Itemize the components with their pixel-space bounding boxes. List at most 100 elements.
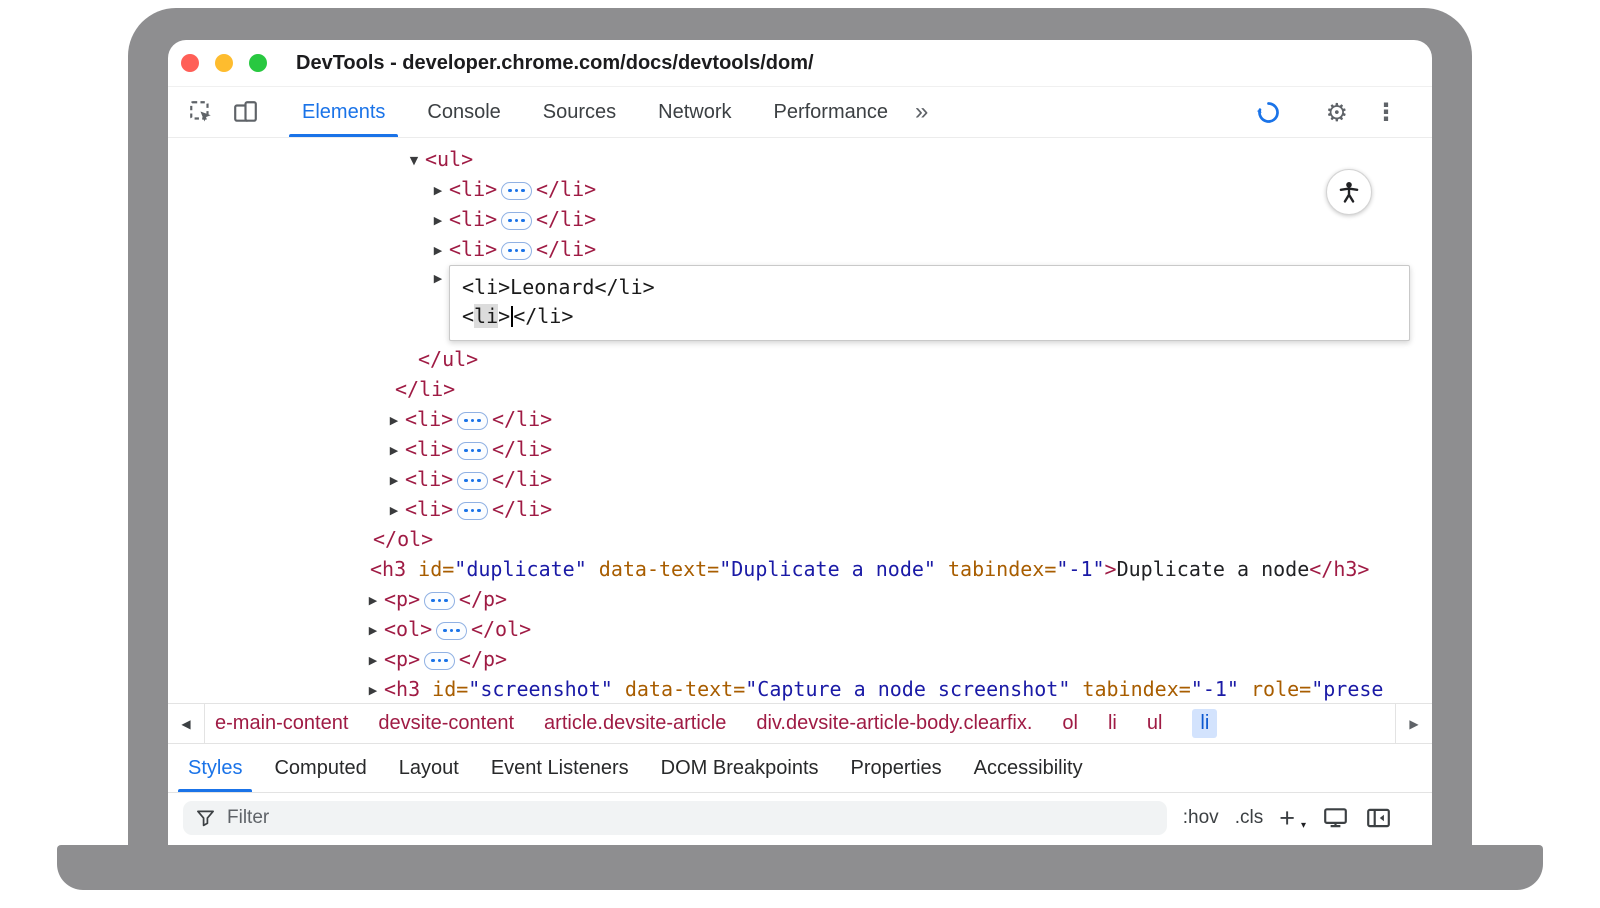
more-tabs-button[interactable]: »: [915, 100, 928, 124]
panel-tab-properties[interactable]: Properties: [835, 744, 958, 792]
filter-input-pill[interactable]: [183, 801, 1167, 835]
inline-expand-button[interactable]: [457, 502, 488, 520]
devtools-window: DevTools - developer.chrome.com/docs/dev…: [168, 40, 1432, 845]
code-token: tabindex=: [936, 557, 1056, 581]
close-window-button[interactable]: [181, 54, 199, 72]
text-cursor: [511, 306, 513, 327]
inline-expand-button[interactable]: [501, 182, 532, 200]
panel-tab-event-listeners[interactable]: Event Listeners: [475, 744, 645, 792]
breadcrumb-item[interactable]: devsite-content: [378, 712, 514, 735]
dom-node-row[interactable]: ▶<ol> </ol>: [168, 614, 1432, 644]
inline-expand-button[interactable]: [501, 212, 532, 230]
kebab-menu-icon[interactable]: ⋮: [1374, 100, 1398, 124]
collapse-arrow-icon[interactable]: ▼: [403, 146, 425, 176]
expand-arrow-icon[interactable]: ▶: [427, 264, 449, 294]
dom-node-row[interactable]: ▶<li></li>: [168, 404, 1432, 434]
dom-node-row[interactable]: ▼<ul>: [168, 144, 1432, 174]
new-style-rule-button[interactable]: +: [1279, 805, 1295, 832]
device-base: [57, 845, 1543, 890]
dom-node-row[interactable]: ▶<li></li>: [168, 494, 1432, 524]
inline-expand-button[interactable]: [457, 472, 488, 490]
html-edit-textbox[interactable]: <li>Leonard</li><li></li>: [449, 265, 1410, 341]
toggle-class-button[interactable]: .cls: [1235, 807, 1264, 829]
expand-arrow-icon[interactable]: ▶: [383, 406, 405, 436]
panel-tab-layout[interactable]: Layout: [383, 744, 475, 792]
code-token: </p>: [459, 587, 507, 611]
breadcrumb-item[interactable]: ol: [1062, 712, 1078, 735]
code-token: <h3: [370, 557, 406, 581]
tab-console[interactable]: Console: [406, 87, 521, 137]
inline-expand-button[interactable]: [424, 592, 455, 610]
toggle-sidebar-icon[interactable]: [1365, 805, 1392, 831]
dom-node-row[interactable]: ▶<li></li>: [168, 174, 1432, 204]
breadcrumb-bar: ◀ e-main-content devsite-content article.d…: [168, 703, 1432, 744]
dom-node-row[interactable]: <h3 id="duplicate" data-text="Duplicate …: [168, 554, 1432, 584]
dom-node-row[interactable]: ▶<h3 id="screenshot" data-text="Capture …: [168, 674, 1432, 703]
breadcrumb-item[interactable]: ul: [1147, 712, 1163, 735]
breadcrumb-item[interactable]: article.devsite-article: [544, 712, 726, 735]
dom-node-row[interactable]: ▶<li></li>: [168, 434, 1432, 464]
inline-expand-button[interactable]: [457, 442, 488, 460]
expand-arrow-icon[interactable]: ▶: [362, 586, 384, 616]
expand-arrow-icon[interactable]: ▶: [427, 176, 449, 206]
toggle-pseudo-state-button[interactable]: :hov: [1183, 807, 1219, 829]
sync-circle-icon[interactable]: [1255, 99, 1282, 126]
inline-expand-button[interactable]: [436, 622, 467, 640]
dom-edit-row[interactable]: ▶<li>Leonard</li><li></li>: [168, 264, 1432, 344]
breadcrumb-item[interactable]: e-main-content: [215, 712, 348, 735]
zoom-window-button[interactable]: [249, 54, 267, 72]
toolbar-right-actions: ⚙ ⋮: [1255, 99, 1432, 126]
expand-arrow-icon[interactable]: ▶: [383, 496, 405, 526]
dom-node-row[interactable]: </ul>: [168, 344, 1432, 374]
expand-arrow-icon[interactable]: ▶: [383, 436, 405, 466]
breadcrumb-item[interactable]: div.devsite-article-body.clearfix.: [756, 712, 1032, 735]
code-token: </li>: [492, 467, 552, 491]
code-token: role=: [1239, 677, 1311, 701]
styles-filter-bar: :hov .cls + ▾: [168, 793, 1432, 843]
dom-node-row[interactable]: ▶<p></p>: [168, 584, 1432, 614]
inspect-element-icon[interactable]: [188, 99, 214, 125]
inline-expand-button[interactable]: [457, 412, 488, 430]
panel-tab-accessibility[interactable]: Accessibility: [958, 744, 1099, 792]
expand-arrow-icon[interactable]: ▶: [427, 236, 449, 266]
code-token: <li>: [449, 207, 497, 231]
dom-node-row[interactable]: </li>: [168, 374, 1432, 404]
settings-gear-icon[interactable]: ⚙: [1326, 100, 1348, 125]
filter-input[interactable]: [225, 806, 1155, 830]
expand-arrow-icon[interactable]: ▶: [362, 646, 384, 676]
tab-performance[interactable]: Performance: [753, 87, 910, 137]
breadcrumb-item[interactable]: li: [1108, 712, 1117, 735]
panel-tab-computed[interactable]: Computed: [258, 744, 382, 792]
dom-node-row[interactable]: </ol>: [168, 524, 1432, 554]
breadcrumb-scroll-left-button[interactable]: ◀: [168, 704, 205, 743]
tab-sources[interactable]: Sources: [522, 87, 637, 137]
dom-node-row[interactable]: ▶<li></li>: [168, 234, 1432, 264]
code-token: <ol>: [384, 617, 432, 641]
breadcrumb-item[interactable]: li: [1192, 709, 1217, 738]
dom-node-row[interactable]: ▶<p></p>: [168, 644, 1432, 674]
panel-tab-dom-breakpoints[interactable]: DOM Breakpoints: [645, 744, 835, 792]
inline-expand-button[interactable]: [424, 652, 455, 670]
device-toolbar-icon[interactable]: [232, 99, 259, 125]
code-token: <li>: [405, 437, 453, 461]
expand-arrow-icon[interactable]: ▶: [383, 466, 405, 496]
breadcrumb-scroll-right-button[interactable]: ▶: [1395, 704, 1432, 743]
minimize-window-button[interactable]: [215, 54, 233, 72]
dom-node-row[interactable]: ▶<li></li>: [168, 204, 1432, 234]
expand-arrow-icon[interactable]: ▶: [362, 676, 384, 704]
edit-line-1: <li>Leonard</li>: [462, 273, 1397, 302]
window-title: DevTools - developer.chrome.com/docs/dev…: [296, 52, 814, 75]
expand-arrow-icon[interactable]: ▶: [362, 616, 384, 646]
accessibility-button[interactable]: [1326, 169, 1372, 215]
code-token: "prese: [1311, 677, 1383, 701]
code-token: <li>: [405, 407, 453, 431]
new-style-rule-caret-icon[interactable]: ▾: [1301, 820, 1306, 831]
panel-tab-styles[interactable]: Styles: [172, 744, 258, 792]
tab-network[interactable]: Network: [637, 87, 752, 137]
dom-node-row[interactable]: ▶<li></li>: [168, 464, 1432, 494]
rendering-monitor-icon[interactable]: [1322, 805, 1349, 831]
inline-expand-button[interactable]: [501, 242, 532, 260]
code-token: </ol>: [471, 617, 531, 641]
expand-arrow-icon[interactable]: ▶: [427, 206, 449, 236]
tab-elements[interactable]: Elements: [281, 87, 406, 137]
